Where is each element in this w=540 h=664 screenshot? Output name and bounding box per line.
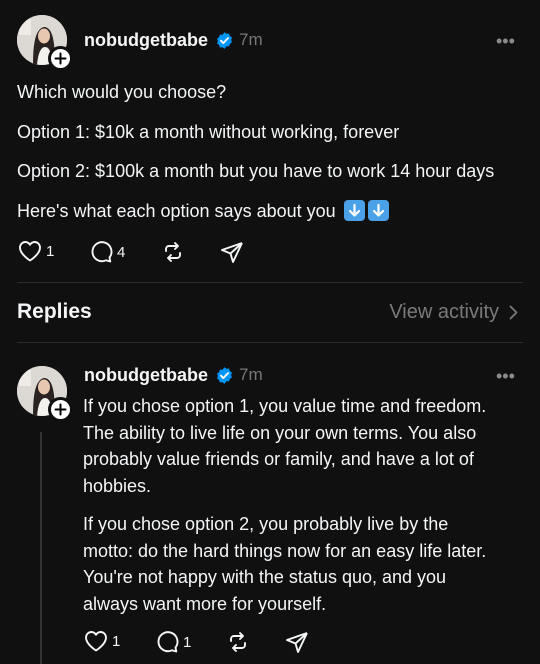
reply-text-line: motto: do the hard things now for an eas… xyxy=(83,540,487,561)
post-time: 7m xyxy=(239,30,263,49)
post-comment-button[interactable]: 4 xyxy=(89,240,125,264)
reply-text-line: If you chose option 1, you value time an… xyxy=(83,396,487,416)
post-avatar[interactable] xyxy=(17,15,73,71)
divider xyxy=(17,342,523,343)
chevron-right-icon xyxy=(509,305,518,320)
thread-line xyxy=(40,432,42,664)
post-repost-button[interactable] xyxy=(161,240,185,264)
verified-badge-icon xyxy=(217,367,232,384)
reply-avatar[interactable] xyxy=(17,366,73,422)
reply-time: 7m xyxy=(239,365,263,384)
follow-plus-icon[interactable] xyxy=(48,397,73,422)
comment-icon xyxy=(91,241,113,263)
post-username[interactable]: nobudgetbabe xyxy=(84,30,208,51)
replies-heading: Replies xyxy=(17,300,92,323)
post-text-line-4-text: Here's what each option says about you xyxy=(17,201,336,221)
post-text-line-4: Here's what each option says about you xyxy=(17,199,389,223)
reply-text-line: probably value friends or family, and ha… xyxy=(83,449,474,469)
post-like-count: 1 xyxy=(46,242,55,260)
reply-username[interactable]: nobudgetbabe xyxy=(84,365,208,386)
reply-like-count: 1 xyxy=(112,632,121,650)
follow-plus-icon[interactable] xyxy=(48,46,73,71)
comment-icon xyxy=(157,631,179,653)
reply-text-line: always want more for yourself. xyxy=(83,593,327,614)
reply-text-line: You're not happy with the status quo, an… xyxy=(83,567,447,587)
reply-like-button[interactable]: 1 xyxy=(84,630,120,652)
divider xyxy=(17,282,523,283)
post-like-button[interactable]: 1 xyxy=(18,240,54,262)
reply-share-button[interactable] xyxy=(285,630,309,654)
reply-text-line: The ability to live life on your own ter… xyxy=(83,422,477,443)
reply-comment-button[interactable]: 1 xyxy=(155,630,191,654)
heart-icon xyxy=(19,241,41,262)
post-share-button[interactable] xyxy=(220,240,244,264)
post-text-line-3: Option 2: $100k a month but you have to … xyxy=(17,161,495,181)
verified-badge-icon xyxy=(217,32,232,49)
post-more-icon[interactable]: ••• xyxy=(496,32,515,50)
reply-more-icon[interactable]: ••• xyxy=(496,367,515,385)
repost-icon xyxy=(230,632,246,652)
share-send-icon xyxy=(286,632,308,653)
reply-comment-count: 1 xyxy=(183,633,192,651)
reply-repost-button[interactable] xyxy=(226,630,250,654)
post-text-line-2: Option 1: $10k a month without working, … xyxy=(17,122,400,142)
heart-icon xyxy=(85,631,107,652)
view-activity-label: View activity xyxy=(389,301,499,323)
post-text-line-1: Which would you choose? xyxy=(17,82,227,102)
down-arrow-emoji-icon xyxy=(343,200,365,221)
reply-text-line: If you chose option 2, you probably live… xyxy=(83,514,449,534)
repost-icon xyxy=(165,242,181,262)
view-activity-link[interactable]: View activity xyxy=(389,301,518,324)
post-comment-count: 4 xyxy=(117,243,126,261)
reply-text-line: hobbies. xyxy=(83,475,152,496)
share-send-icon xyxy=(221,242,243,263)
down-arrow-emoji-icon xyxy=(367,200,389,221)
